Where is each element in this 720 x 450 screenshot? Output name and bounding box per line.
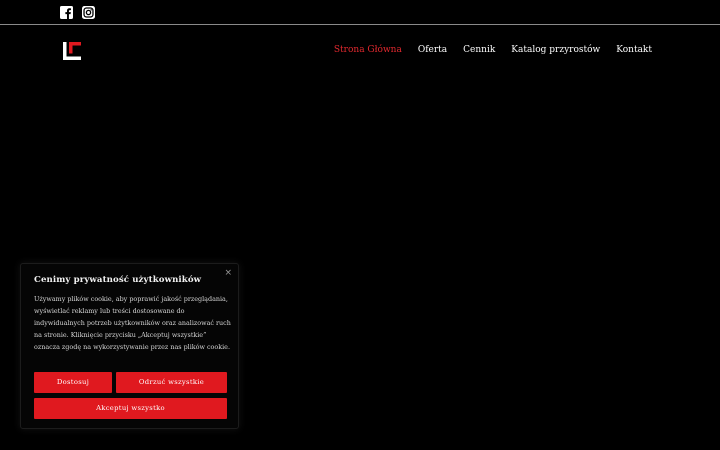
- brand-logo-icon[interactable]: [61, 41, 83, 61]
- nav-item-home[interactable]: Strona Główna: [334, 44, 402, 56]
- reject-all-button[interactable]: Odrzuć wszystkie: [116, 372, 227, 393]
- facebook-icon[interactable]: [60, 6, 73, 19]
- nav-item-catalog[interactable]: Katalog przyrostów: [511, 44, 600, 56]
- site-header: Strona Główna Oferta Cennik Katalog przy…: [0, 25, 720, 80]
- cookie-title: Cenimy prywatność użytkowników: [34, 275, 202, 285]
- customize-button[interactable]: Dostosuj: [34, 372, 112, 393]
- top-bar: [0, 0, 720, 25]
- cookie-consent-banner: × Cenimy prywatność użytkowników Używamy…: [20, 263, 239, 429]
- main-nav: Strona Główna Oferta Cennik Katalog przy…: [334, 44, 652, 56]
- page: Strona Główna Oferta Cennik Katalog przy…: [0, 0, 720, 450]
- nav-item-pricing[interactable]: Cennik: [463, 44, 495, 56]
- instagram-icon[interactable]: [82, 6, 95, 19]
- nav-item-contact[interactable]: Kontakt: [616, 44, 652, 56]
- accept-all-button[interactable]: Akceptuj wszystko: [34, 398, 227, 419]
- close-icon[interactable]: ×: [224, 268, 232, 278]
- nav-item-offer[interactable]: Oferta: [418, 44, 447, 56]
- cookie-description: Używamy plików cookie, aby poprawić jako…: [34, 295, 231, 351]
